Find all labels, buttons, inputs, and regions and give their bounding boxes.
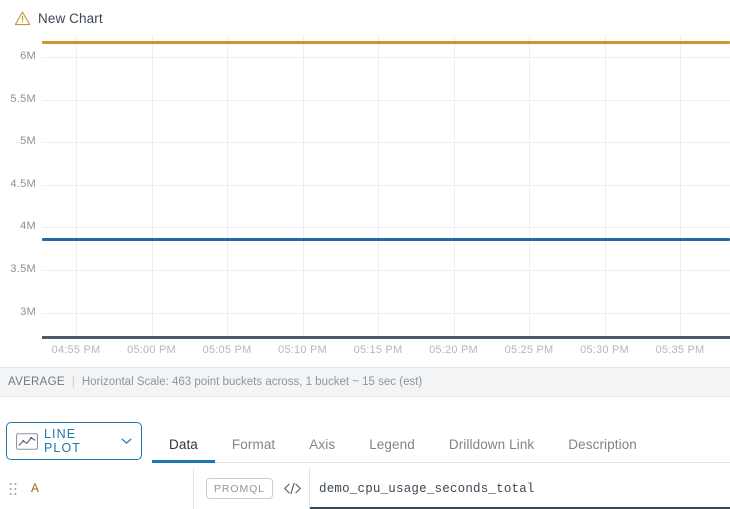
x-axis-tick-label: 04:55 PM — [51, 344, 101, 356]
x-axis-tick-label: 05:00 PM — [127, 344, 176, 356]
gridline-horizontal — [42, 99, 730, 101]
y-axis-tick-label: 5.5M — [10, 92, 36, 105]
gridline-horizontal — [42, 312, 730, 314]
x-axis-tick-label: 05:15 PM — [353, 344, 403, 356]
tab-format[interactable]: Format — [215, 437, 292, 462]
query-ref-label: A — [31, 481, 39, 496]
x-axis-tick-label: 05:05 PM — [202, 344, 252, 356]
gridline-vertical — [302, 36, 304, 338]
panel-gap — [0, 398, 730, 416]
editor-tab-strip: Data Format Axis Legend Drilldown Link Descri… — [152, 422, 730, 468]
status-separator: | — [71, 376, 75, 388]
chart-status-bar: AVERAGE | Horizontal Scale: 463 point bu… — [0, 367, 730, 397]
y-axis-tick-label: 4.5M — [10, 177, 36, 190]
x-axis-tick-label: 05:30 PM — [580, 344, 629, 356]
code-brackets-icon[interactable] — [283, 482, 302, 495]
aggregation-label: AVERAGE — [8, 376, 65, 388]
x-axis-line — [42, 336, 730, 339]
y-axis-tick-label: 4M — [20, 220, 36, 233]
x-axis-tick-label: 05:25 PM — [504, 344, 554, 356]
gridline-horizontal — [42, 184, 730, 186]
tab-axis[interactable]: Axis — [292, 437, 352, 462]
gridline-vertical — [378, 36, 379, 338]
chevron-down-icon — [121, 438, 132, 444]
drag-handle-icon[interactable] — [9, 482, 17, 496]
x-axis-tick-label: 05:35 PM — [655, 344, 705, 356]
x-axis-tick-label: 05:20 PM — [429, 344, 478, 356]
gridline-horizontal — [42, 142, 730, 144]
query-input-wrapper — [310, 468, 730, 509]
query-input[interactable] — [319, 481, 730, 496]
y-axis-tick-label: 3M — [20, 305, 36, 318]
tab-data[interactable]: Data — [152, 437, 215, 462]
chart-panel: New Chart 6M 5.5M 5M 4.5M 4M 3.5M 3M 04:55 PM 0… — [0, 0, 730, 367]
horizontal-scale-text: Horizontal Scale: 463 point buckets acro… — [81, 376, 423, 388]
query-language-controls: PROMQL — [194, 468, 310, 509]
y-axis-tick-label: 5M — [20, 135, 36, 148]
gridline-horizontal — [42, 57, 730, 59]
gridline-vertical — [151, 36, 153, 338]
query-row-handle-area: A — [0, 468, 194, 509]
gridline-vertical — [453, 36, 455, 338]
chart-series-line — [42, 237, 730, 241]
line-plot-icon — [16, 432, 38, 450]
tab-legend[interactable]: Legend — [352, 437, 432, 462]
chart-header: New Chart — [0, 0, 730, 36]
gridline-vertical — [76, 36, 77, 338]
chart-title: New Chart — [38, 10, 103, 26]
active-tab-indicator — [152, 460, 215, 463]
tab-drilldown-link[interactable]: Drilldown Link — [432, 437, 551, 462]
warning-triangle-icon — [14, 10, 31, 25]
gridline-vertical — [529, 36, 530, 338]
tab-description[interactable]: Description — [551, 437, 654, 462]
y-axis-tick-label: 3.5M — [10, 262, 36, 275]
x-axis-tick-label: 05:10 PM — [278, 344, 327, 356]
chart-editor-toolbar: LINE PLOT Data Format Axis Legend Drilldown … — [0, 416, 730, 468]
gridline-vertical — [680, 36, 681, 338]
chart-series-line — [42, 40, 730, 44]
plot-type-label: LINE PLOT — [44, 427, 82, 455]
plot-type-dropdown-button[interactable]: LINE PLOT — [6, 422, 142, 460]
promql-badge[interactable]: PROMQL — [206, 478, 273, 499]
gridline-vertical — [604, 36, 606, 338]
tab-list: Data Format Axis Legend Drilldown Link Descri… — [152, 422, 730, 462]
tab-underline-track — [152, 462, 730, 463]
gridline-horizontal — [42, 269, 730, 271]
y-axis-tick-label: 6M — [20, 50, 36, 63]
plot-area — [42, 36, 730, 338]
query-row: A PROMQL — [0, 468, 730, 509]
gridline-horizontal — [42, 227, 730, 229]
gridline-vertical — [227, 36, 228, 338]
